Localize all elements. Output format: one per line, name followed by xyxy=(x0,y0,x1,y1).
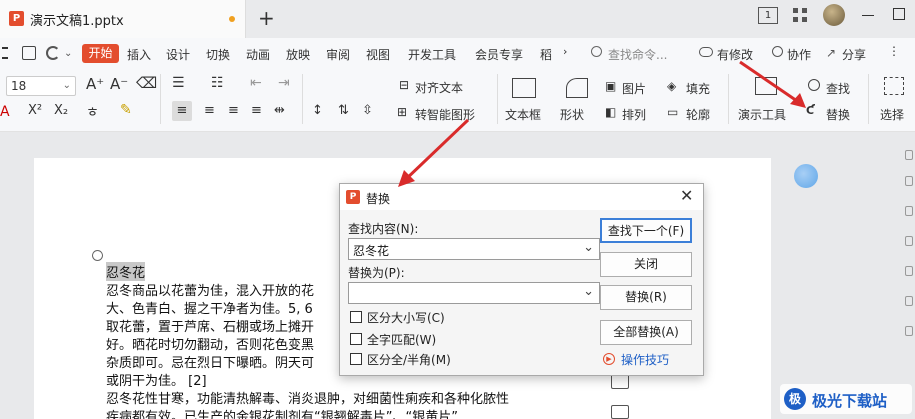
annotation-arrows xyxy=(398,60,806,187)
arrow-to-dialog xyxy=(402,118,470,183)
watermark-text: 极光下载站 xyxy=(812,392,888,410)
arrow-head xyxy=(790,93,806,108)
watermark: 极 极光下载站 xyxy=(780,384,912,414)
arrow-to-replace xyxy=(739,60,801,105)
watermark-logo-icon: 极 xyxy=(784,388,806,410)
